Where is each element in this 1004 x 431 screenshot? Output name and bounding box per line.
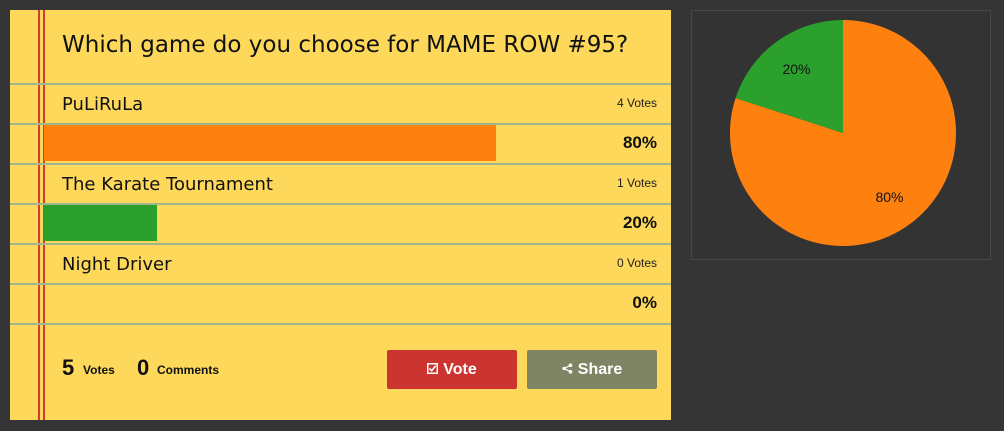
vote-button[interactable]: Vote bbox=[387, 350, 517, 389]
comments-label: Comments bbox=[157, 363, 220, 377]
option-percent: 0% bbox=[632, 293, 657, 312]
poll-card: Which game do you choose for MAME ROW #9… bbox=[10, 10, 671, 420]
option-percent: 20% bbox=[622, 213, 657, 232]
option-percent: 80% bbox=[622, 133, 657, 152]
pie-slice-label: 80% bbox=[875, 189, 903, 205]
option-votes: 4 Votes bbox=[616, 96, 657, 110]
comments-count: 0 bbox=[137, 355, 150, 380]
divider bbox=[10, 283, 671, 285]
margin-line bbox=[38, 10, 40, 420]
vote-button-label: Vote bbox=[443, 360, 477, 378]
total-votes-count: 5 bbox=[62, 355, 75, 380]
option-result-bar bbox=[44, 125, 496, 161]
divider bbox=[10, 323, 671, 325]
option-name: PuLiRuLa bbox=[62, 94, 144, 115]
share-button[interactable]: Share bbox=[527, 350, 657, 389]
option-name: The Karate Tournament bbox=[62, 174, 273, 195]
results-pie-panel: 80% 20% bbox=[691, 10, 991, 260]
poll-title: Which game do you choose for MAME ROW #9… bbox=[62, 32, 629, 58]
option-votes: 0 Votes bbox=[616, 256, 657, 270]
divider bbox=[10, 163, 671, 165]
option-name: Night Driver bbox=[62, 254, 172, 275]
divider bbox=[10, 243, 671, 245]
option-result-bar bbox=[44, 205, 157, 241]
check-square-icon bbox=[427, 362, 439, 377]
pie-slice-label: 20% bbox=[782, 61, 810, 77]
share-icon bbox=[562, 362, 573, 377]
total-votes-label: Votes bbox=[83, 363, 115, 377]
divider bbox=[10, 83, 671, 85]
option-votes: 1 Votes bbox=[616, 176, 657, 190]
results-pie-chart: 80% 20% bbox=[730, 20, 956, 247]
share-button-label: Share bbox=[577, 360, 623, 378]
